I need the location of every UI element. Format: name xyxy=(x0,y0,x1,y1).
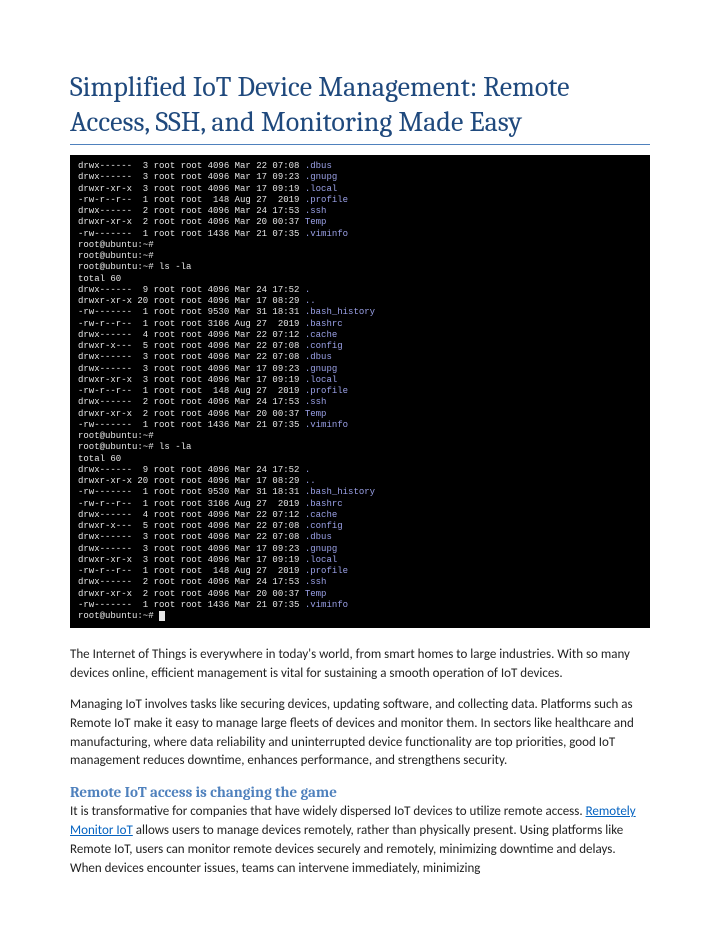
paragraph-remote-access: It is transformative for companies that … xyxy=(70,803,650,878)
text-run: It is transformative for companies that … xyxy=(70,804,586,819)
section-heading-remote-access: Remote IoT access is changing the game xyxy=(70,783,650,801)
page-title: Simplified IoT Device Management: Remote… xyxy=(70,70,650,145)
terminal-screenshot: drwx------ 3 root root 4096 Mar 22 07:08… xyxy=(70,155,650,628)
paragraph-intro: The Internet of Things is everywhere in … xyxy=(70,646,650,684)
text-run: allows users to manage devices remotely,… xyxy=(70,823,623,876)
paragraph-managing: Managing IoT involves tasks like securin… xyxy=(70,696,650,771)
